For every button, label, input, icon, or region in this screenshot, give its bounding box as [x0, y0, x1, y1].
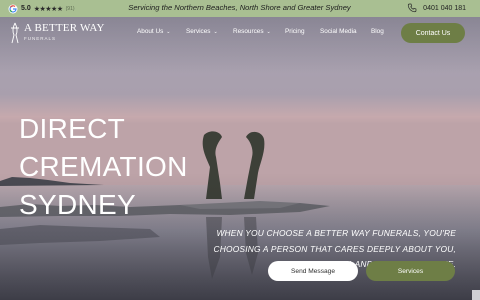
phone-number: 0401 040 181	[423, 4, 466, 12]
nav-label: About Us	[137, 28, 164, 35]
phone-link[interactable]: 0401 040 181	[407, 3, 466, 13]
nav-social-media[interactable]: Social Media	[320, 28, 357, 35]
rating-stars: ★★★★★	[33, 5, 63, 13]
hero-title: DIRECT CREMATION SYDNEY	[19, 110, 299, 224]
hero-section: DIRECT CREMATION SYDNEY WHEN YOU CHOOSE …	[0, 17, 480, 300]
top-bar: 5.0 ★★★★★ (91) Servicing the Northern Be…	[0, 0, 480, 17]
nav-label: Social Media	[320, 28, 357, 35]
nav-label: Blog	[371, 28, 384, 35]
send-message-button[interactable]: Send Message	[268, 261, 358, 281]
logo-name: A BETTER WAY	[24, 22, 105, 34]
chevron-down-icon: ⌄	[266, 28, 271, 35]
nav-resources[interactable]: Resources ⌄	[233, 28, 271, 35]
logo-figure-icon	[11, 22, 19, 44]
hero-copy-line: CHOOSING A PERSON THAT CARES DEEPLY ABOU…	[213, 243, 456, 254]
nav-label: Pricing	[285, 28, 305, 35]
logo-subtitle: FUNERALS	[24, 36, 57, 41]
scrollbar-thumb[interactable]	[472, 290, 480, 300]
contact-us-button[interactable]: Contact Us	[401, 23, 465, 43]
services-button[interactable]: Services	[366, 261, 455, 281]
phone-icon	[408, 3, 417, 13]
nav-about-us[interactable]: About Us ⌄	[137, 28, 171, 35]
hero-copy-line: WHEN YOU CHOOSE A BETTER WAY FUNERALS, Y…	[216, 228, 456, 238]
google-g-icon	[8, 4, 18, 13]
service-area-tagline: Servicing the Northern Beaches, North Sh…	[128, 3, 351, 12]
site-logo[interactable]: A BETTER WAY FUNERALS	[9, 22, 105, 44]
nav-pricing[interactable]: Pricing	[285, 28, 305, 35]
rating-score: 5.0	[21, 5, 31, 12]
review-count: (91)	[65, 5, 75, 12]
hero-title-line: SYDNEY	[19, 189, 136, 220]
nav-label: Services	[186, 28, 211, 35]
google-rating[interactable]: 5.0 ★★★★★ (91)	[8, 3, 75, 14]
nav-label: Resources	[233, 28, 264, 35]
nav-blog[interactable]: Blog	[371, 28, 384, 35]
chevron-down-icon: ⌄	[166, 28, 171, 35]
chevron-down-icon: ⌄	[213, 28, 218, 35]
nav-services[interactable]: Services ⌄	[186, 28, 218, 35]
hero-title-line: DIRECT CREMATION	[19, 113, 188, 182]
